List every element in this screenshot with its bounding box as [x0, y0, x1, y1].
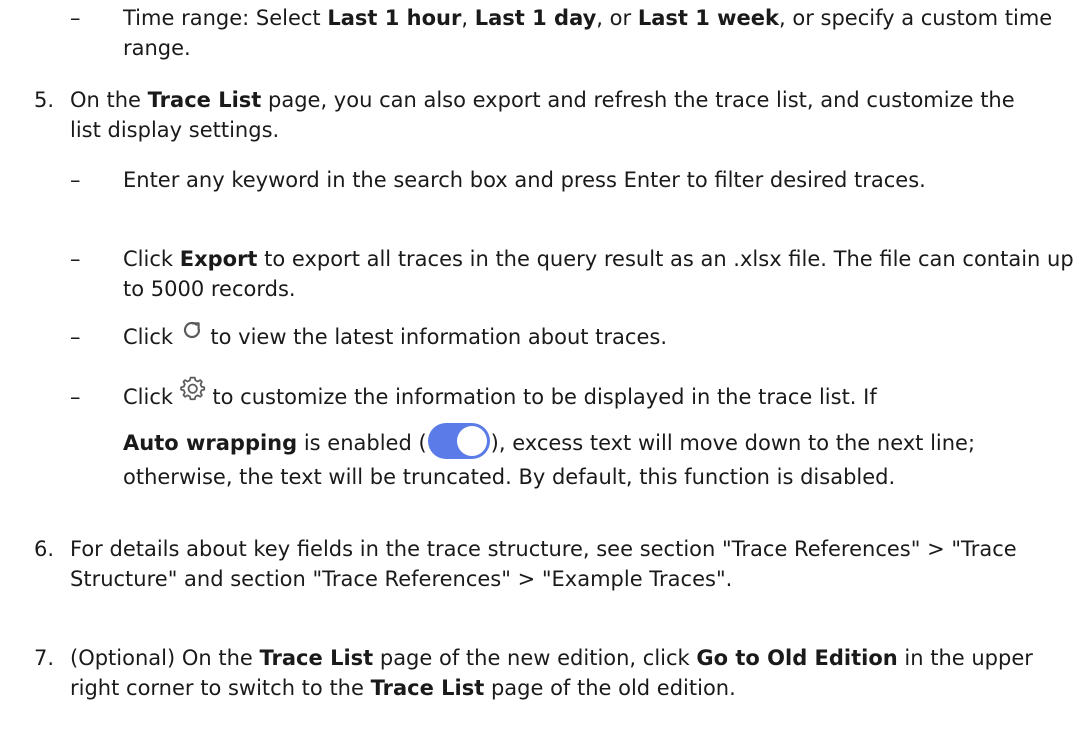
list-item-refresh: – Click to view the latest information a…	[70, 321, 1070, 354]
list-item-body: Click to customize the information to be…	[123, 376, 1070, 492]
go-to-old-edition-label: Go to Old Edition	[696, 646, 898, 670]
step-6: 6. For details about key fields in the t…	[34, 534, 1024, 594]
list-item-body: Enter any keyword in the search box and …	[123, 168, 926, 192]
step-body: (Optional) On the Trace List page of the…	[70, 646, 1033, 700]
step-body: On the Trace List page, you can also exp…	[70, 88, 1015, 142]
page-name-trace-list: Trace List	[259, 646, 374, 670]
step-body: For details about key fields in the trac…	[70, 537, 1017, 591]
list-item-body: Time range: Select Last 1 hour, Last 1 d…	[123, 6, 1053, 60]
step-5: 5. On the Trace List page, you can also …	[34, 85, 1024, 145]
settings-line-2: Auto wrapping is enabled (), excess text…	[123, 423, 1070, 492]
list-item-body: Click Export to export all traces in the…	[123, 247, 1074, 301]
step-number: 5.	[34, 88, 55, 112]
dash-bullet: –	[70, 247, 81, 271]
dash-bullet: –	[70, 168, 81, 192]
list-item-settings: – Click to customize the information to …	[70, 376, 1070, 492]
step-7: 7. (Optional) On the Trace List page of …	[34, 643, 1074, 703]
page-name-trace-list: Trace List	[370, 676, 485, 700]
page-name-trace-list: Trace List	[147, 88, 262, 112]
dash-bullet: –	[70, 325, 81, 349]
gear-icon	[179, 376, 206, 412]
option-auto-wrapping: Auto wrapping	[123, 431, 298, 455]
document-page: – Time range: Select Last 1 hour, Last 1…	[0, 0, 1082, 733]
toggle-on-icon	[427, 423, 490, 459]
settings-line-1: Click to customize the information to be…	[123, 376, 1070, 416]
option-last-1-hour: Last 1 hour	[327, 6, 462, 30]
list-item-body: Click to view the latest information abo…	[123, 321, 1070, 354]
step-number: 7.	[34, 646, 55, 670]
list-item-search: – Enter any keyword in the search box an…	[70, 165, 1030, 195]
list-item-time-range: – Time range: Select Last 1 hour, Last 1…	[70, 3, 1060, 63]
dash-bullet: –	[70, 6, 81, 30]
step-number: 6.	[34, 537, 55, 561]
refresh-icon	[180, 318, 204, 350]
option-last-1-week: Last 1 week	[637, 6, 779, 30]
list-item-export: – Click Export to export all traces in t…	[70, 244, 1080, 304]
toggle-knob	[456, 426, 487, 456]
dash-bullet: –	[70, 385, 81, 409]
option-last-1-day: Last 1 day	[474, 6, 597, 30]
export-button-label: Export	[179, 247, 258, 271]
